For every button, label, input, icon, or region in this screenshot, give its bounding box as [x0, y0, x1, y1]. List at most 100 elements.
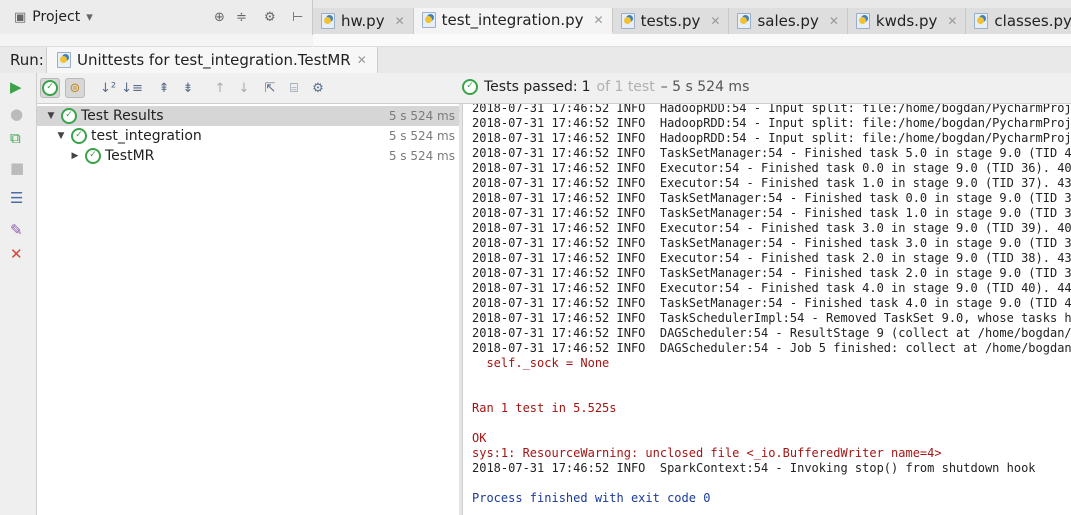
check-icon: ✓ [42, 80, 58, 96]
check-icon: ✓ [85, 148, 101, 164]
close-icon[interactable]: ✕ [10, 245, 23, 263]
previous-test-button[interactable]: ↑ [210, 78, 230, 98]
sort-alpha-button[interactable]: ↓² [98, 78, 118, 98]
layout-icon[interactable]: ☰ [10, 189, 23, 207]
python-test-icon [57, 52, 71, 68]
editor-tabs: hw.py ✕ test_integration.py ✕ tests.py ✕… [313, 8, 1071, 34]
run-label: Run: [10, 51, 44, 69]
chevron-right-icon[interactable]: ▶ [69, 151, 81, 161]
run-tool-header: Run: Unittests for test_integration.Test… [0, 47, 1071, 74]
tree-item-time: 5 s 524 ms [388, 149, 455, 163]
console-line: 2018-07-31 17:46:52 INFO TaskSetManager:… [472, 236, 1071, 250]
console-line: 2018-07-31 17:46:52 INFO Executor:54 - F… [472, 281, 1071, 295]
export-button[interactable]: ⇱ [260, 78, 280, 98]
sort-duration-button[interactable]: ↓≡ [121, 78, 143, 98]
python-file-icon [974, 13, 989, 29]
passed-check-icon: ✓ [462, 79, 478, 95]
history-icon: ⌸ [290, 80, 298, 96]
console-line: 2018-07-31 17:46:52 INFO HadoopRDD:54 - … [472, 131, 1071, 145]
run-left-toolbar: ▶ ● ⧉ ■ ☰ ✎ ✕ [0, 73, 37, 515]
tab-kwds[interactable]: kwds.py ✕ [847, 8, 967, 34]
of-total: of 1 test [596, 79, 655, 95]
python-file-icon [737, 13, 752, 29]
console-line: 2018-07-31 17:46:52 INFO HadoopRDD:54 - … [472, 104, 1071, 115]
import-button[interactable]: ⌸ [284, 78, 304, 98]
chevron-down-icon: ▾ [86, 9, 93, 25]
console-line: sys:1: ResourceWarning: unclosed file <_… [472, 446, 942, 460]
project-label: Project [32, 9, 81, 25]
console-line: 2018-07-31 17:46:52 INFO DAGScheduler:54… [472, 341, 1071, 355]
project-pane-header: ▣ Project ▾ ⊕ ≑ ⚙ ⊢ [0, 0, 313, 34]
tab-label: kwds.py [875, 12, 938, 30]
arrow-up-icon: ↑ [214, 80, 226, 96]
export-icon: ⇱ [264, 80, 276, 96]
expand-all-button[interactable]: ⇞ [154, 78, 174, 98]
show-passed-toggle[interactable]: ✓ [40, 78, 60, 98]
tree-item-time: 5 s 524 ms [388, 129, 455, 143]
project-tree-peek [0, 34, 312, 47]
rerun-failed-icon[interactable]: ● [10, 105, 23, 123]
show-ignored-toggle[interactable]: ⊜ [65, 78, 85, 98]
passed-label: Tests passed: [484, 79, 578, 95]
project-dropdown[interactable]: ▣ Project ▾ [14, 9, 93, 25]
console-line: 2018-07-31 17:46:52 INFO Executor:54 - F… [472, 251, 1071, 265]
python-file-icon [620, 13, 635, 29]
test-results-tree: ▼ ✓ Test Results 5 s 524 ms ▼ ✓ test_int… [37, 104, 460, 515]
close-icon[interactable]: ✕ [357, 53, 367, 67]
close-icon[interactable]: ✕ [395, 14, 405, 28]
sort-alpha-icon: ↓² [99, 80, 117, 96]
tab-hw[interactable]: hw.py ✕ [313, 8, 414, 34]
console-line: 2018-07-31 17:46:52 INFO Executor:54 - F… [472, 176, 1071, 190]
settings-button[interactable]: ⚙ [308, 78, 328, 98]
run-config-tab[interactable]: Unittests for test_integration.TestMR ✕ [46, 47, 378, 73]
tree-item-label: TestMR [105, 148, 155, 164]
tab-test-integration[interactable]: test_integration.py ✕ [413, 8, 613, 34]
tree-item-test-integration[interactable]: ▼ ✓ test_integration 5 s 524 ms [37, 126, 459, 146]
tab-label: classes.py [994, 12, 1071, 30]
tree-item-time: 5 s 524 ms [388, 109, 455, 123]
gear-icon[interactable]: ⚙ [264, 10, 276, 25]
toggle-auto-test-icon[interactable]: ⧉ [10, 129, 21, 147]
console-line: 2018-07-31 17:46:52 INFO TaskSchedulerIm… [472, 311, 1071, 325]
arrow-down-icon: ↓ [238, 80, 250, 96]
check-icon: ✓ [71, 128, 87, 144]
console-line: 2018-07-31 17:46:52 INFO SparkContext:54… [472, 461, 1036, 475]
expand-all-icon: ⇞ [158, 80, 170, 96]
run-config-label: Unittests for test_integration.TestMR [77, 51, 351, 69]
tree-item-test-results[interactable]: ▼ ✓ Test Results 5 s 524 ms [37, 106, 459, 126]
tab-label: hw.py [341, 12, 385, 30]
tab-classes[interactable]: classes.py ✕ [966, 8, 1071, 34]
collapse-icon[interactable]: ≑ [236, 10, 247, 25]
console-line: 2018-07-31 17:46:52 INFO TaskSetManager:… [472, 206, 1071, 220]
pin-icon[interactable]: ✎ [10, 221, 23, 239]
hide-icon[interactable]: ⊢ [292, 10, 303, 25]
close-icon[interactable]: ✕ [947, 14, 957, 28]
console-line: 2018-07-31 17:46:52 INFO TaskSetManager:… [472, 296, 1071, 310]
next-test-button[interactable]: ↓ [234, 78, 254, 98]
duration: – 5 s 524 ms [660, 79, 750, 95]
tree-item-testmr[interactable]: ▶ ✓ TestMR 5 s 524 ms [37, 146, 459, 166]
console-line: OK [472, 431, 487, 445]
close-icon[interactable]: ✕ [829, 14, 839, 28]
console-output[interactable]: 2018-07-31 17:46:52 INFO HadoopRDD:54 - … [462, 104, 1071, 515]
console-line: 2018-07-31 17:46:52 INFO HadoopRDD:54 - … [472, 116, 1071, 130]
sort-duration-icon: ↓≡ [121, 80, 143, 96]
passed-count: 1 [581, 79, 591, 95]
console-line: 2018-07-31 17:46:52 INFO TaskSetManager:… [472, 146, 1071, 160]
locate-icon[interactable]: ⊕ [214, 10, 225, 25]
stop-icon[interactable]: ■ [10, 159, 24, 177]
check-icon: ✓ [61, 108, 77, 124]
chevron-down-icon[interactable]: ▼ [55, 131, 67, 141]
console-line: 2018-07-31 17:46:52 INFO DAGScheduler:54… [472, 326, 1071, 340]
close-icon[interactable]: ✕ [594, 13, 604, 27]
chevron-down-icon[interactable]: ▼ [45, 111, 57, 121]
play-icon[interactable]: ▶ [10, 78, 22, 96]
collapse-all-button[interactable]: ⇟ [178, 78, 198, 98]
tab-label: test_integration.py [441, 11, 584, 29]
tab-sales[interactable]: sales.py ✕ [729, 8, 848, 34]
close-icon[interactable]: ✕ [710, 14, 720, 28]
console-line: 2018-07-31 17:46:52 INFO TaskSetManager:… [472, 266, 1071, 280]
console-line: 2018-07-31 17:46:52 INFO Executor:54 - F… [472, 161, 1071, 175]
tab-tests[interactable]: tests.py ✕ [612, 8, 730, 34]
